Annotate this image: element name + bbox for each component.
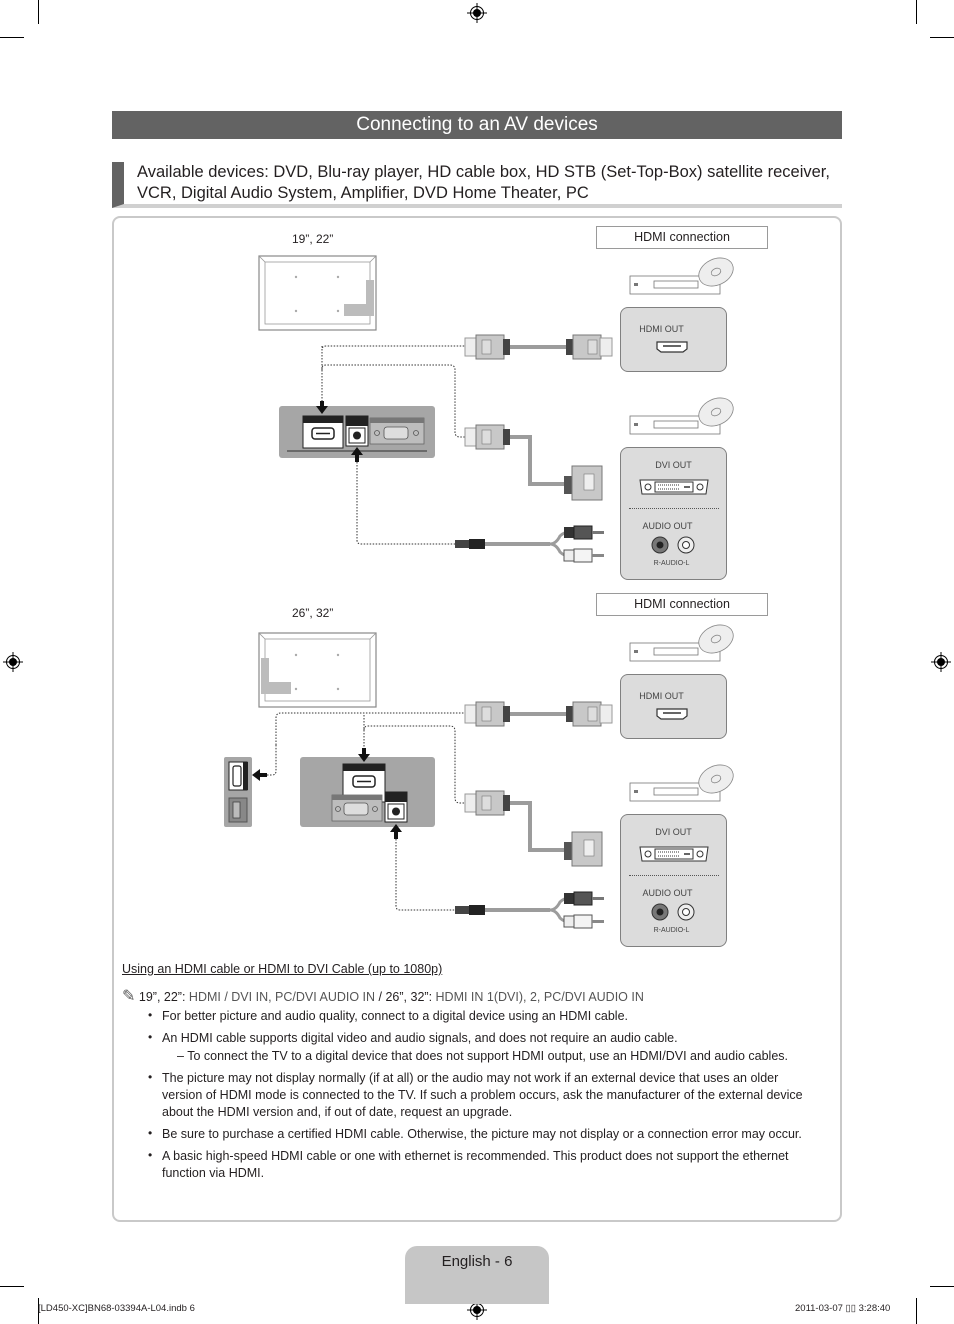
- hdmi-out-panel-top: HDMI OUT: [620, 307, 727, 372]
- registration-mark-icon: [931, 652, 951, 672]
- crop-mark: [930, 37, 954, 38]
- bullet-item: A basic high-speed HDMI cable or one wit…: [148, 1147, 818, 1182]
- audio-out-label: AUDIO OUT: [642, 888, 693, 898]
- crop-mark: [930, 1286, 954, 1287]
- arrow-down-icon: [358, 715, 370, 762]
- crop-mark: [0, 1286, 24, 1287]
- note-model-2: 26”, 32”:: [385, 990, 433, 1004]
- arrow-up-icon: [351, 447, 455, 545]
- audio-cable: [455, 891, 604, 929]
- diagram-top: [258, 255, 734, 563]
- dvi-audio-out-panel-bottom: DVI OUT AUDIO OUT R-AUDIO-L: [620, 814, 727, 947]
- tv-back-icon: [258, 255, 377, 331]
- available-devices-heading: Available devices: DVD, Blu-ray player, …: [112, 162, 842, 208]
- section-title: Using an HDMI cable or HDMI to DVI Cable…: [122, 962, 443, 976]
- tv-port-panel: [300, 757, 435, 827]
- dvi-port-icon: [639, 479, 709, 495]
- hdmi-cable: [464, 334, 613, 360]
- note-line: ✎ 19”, 22”: HDMI / DVI IN, PC/DVI AUDIO …: [122, 986, 644, 1006]
- crop-mark: [916, 1298, 917, 1324]
- note-model-1: 19”, 22”:: [138, 990, 186, 1004]
- hdmi-port-icon: [656, 708, 688, 720]
- dvd-player-icon: [629, 764, 734, 802]
- bullet-item: An HDMI cable supports digital video and…: [148, 1029, 818, 1065]
- registration-mark-icon: [3, 652, 23, 672]
- tv-side-port-panel: [224, 757, 252, 827]
- dvd-player-icon: [629, 624, 734, 662]
- arrow-left-icon: [252, 745, 277, 781]
- rca-jacks-icon: [651, 903, 695, 921]
- sub-bullet-item: – To connect the TV to a digital device …: [177, 1049, 789, 1063]
- dvd-player-icon: [629, 397, 734, 435]
- r-audio-l-label: R-AUDIO-L: [653, 927, 690, 934]
- hdmi-out-panel-bottom: HDMI OUT: [620, 674, 727, 739]
- crop-mark: [38, 0, 39, 24]
- hdmi-cable: [464, 701, 613, 727]
- hdmi-to-dvi-cable: [464, 424, 603, 501]
- diagram-bottom: [224, 624, 734, 929]
- arrow-up-icon: [390, 824, 455, 911]
- note-ports-1: HDMI / DVI IN, PC/DVI AUDIO IN: [185, 990, 376, 1004]
- tv-back-icon: [258, 632, 377, 708]
- page-number-tab: English - 6: [405, 1246, 549, 1304]
- note-ports-2: HDMI IN 1(DVI), 2, PC/DVI AUDIO IN: [432, 990, 644, 1004]
- divider: [629, 875, 719, 876]
- file-info: [LD450-XC]BN68-03394A-L04.indb 6: [38, 1303, 195, 1314]
- dvd-player-icon: [629, 257, 734, 295]
- crop-mark: [0, 37, 24, 38]
- rca-jacks-icon: [651, 536, 695, 554]
- divider: [629, 508, 719, 509]
- dvi-port-icon: [639, 846, 709, 862]
- hdmi-out-label: HDMI OUT: [639, 691, 684, 701]
- note-pencil-icon: ✎: [122, 988, 136, 1005]
- dvi-out-label: DVI OUT: [655, 460, 692, 470]
- page-title: Connecting to an AV devices: [112, 111, 842, 139]
- r-audio-l-label: R-AUDIO-L: [653, 560, 690, 567]
- dvi-out-label: DVI OUT: [655, 827, 692, 837]
- bullet-list: For better picture and audio quality, co…: [148, 1007, 818, 1187]
- bullet-item: Be sure to purchase a certified HDMI cab…: [148, 1125, 818, 1143]
- note-separator: /: [375, 990, 386, 1004]
- hdmi-out-label: HDMI OUT: [639, 324, 684, 334]
- arrow-down-icon: [316, 346, 328, 414]
- registration-mark-icon: [467, 3, 487, 23]
- hdmi-port-icon: [656, 341, 688, 353]
- hdmi-to-dvi-cable: [464, 790, 603, 867]
- print-timestamp: 2011-03-07 ▯▯ 3:28:40: [795, 1303, 891, 1314]
- bullet-item: For better picture and audio quality, co…: [148, 1007, 818, 1025]
- crop-mark: [916, 0, 917, 24]
- audio-out-label: AUDIO OUT: [642, 521, 693, 531]
- audio-cable: [455, 525, 604, 563]
- dvi-audio-out-panel-top: DVI OUT AUDIO OUT R-AUDIO-L: [620, 447, 727, 580]
- bullet-item: The picture may not display normally (if…: [148, 1069, 818, 1121]
